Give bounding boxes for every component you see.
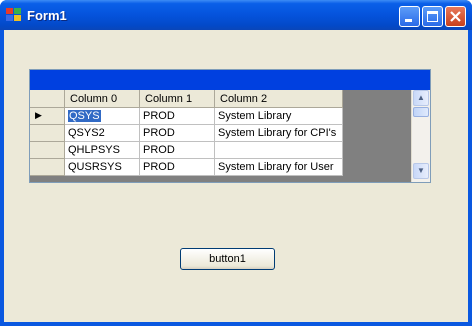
form-client-area: Column 0 Column 1 Column 2 ▶ QSYS PROD S… <box>4 30 468 322</box>
chevron-up-icon: ▲ <box>417 93 425 102</box>
column-header-0[interactable]: Column 0 <box>65 90 140 108</box>
table-cell[interactable]: System Library for CPI's <box>215 125 343 142</box>
table-cell[interactable] <box>215 142 343 159</box>
scroll-up-button[interactable]: ▲ <box>413 90 429 106</box>
table-cell[interactable]: PROD <box>140 125 215 142</box>
data-grid[interactable]: Column 0 Column 1 Column 2 ▶ QSYS PROD S… <box>29 69 431 183</box>
table-cell[interactable]: QSYS2 <box>65 125 140 142</box>
table-cell[interactable]: QUSRSYS <box>65 159 140 176</box>
minimize-icon <box>405 19 412 22</box>
maximize-icon <box>427 11 438 22</box>
row-header[interactable] <box>30 125 65 142</box>
cell-text-selected: QSYS <box>68 110 101 122</box>
form1-window: Form1 Column 0 Column 1 Column 2 ▶ QSYS … <box>0 0 472 326</box>
column-header-1[interactable]: Column 1 <box>140 90 215 108</box>
minimize-button[interactable] <box>399 6 420 27</box>
button1[interactable]: button1 <box>180 248 275 270</box>
table-cell[interactable]: PROD <box>140 159 215 176</box>
table-cell[interactable]: PROD <box>140 108 215 125</box>
scroll-thumb[interactable] <box>413 107 429 117</box>
close-button[interactable] <box>445 6 466 27</box>
window-title: Form1 <box>27 8 67 23</box>
row-header[interactable] <box>30 142 65 159</box>
current-row-indicator-icon: ▶ <box>35 110 42 120</box>
row-header[interactable] <box>30 159 65 176</box>
close-icon <box>450 11 461 22</box>
scroll-down-button[interactable]: ▼ <box>413 163 429 179</box>
column-header-2[interactable]: Column 2 <box>215 90 343 108</box>
app-icon <box>6 8 21 22</box>
vertical-scrollbar[interactable]: ▲ ▼ <box>411 90 430 182</box>
chevron-down-icon: ▼ <box>417 166 425 175</box>
table-cell[interactable]: QSYS <box>65 108 140 125</box>
table-cell[interactable]: System Library for User <box>215 159 343 176</box>
table-cell[interactable]: QHLPSYS <box>65 142 140 159</box>
table-cell[interactable]: PROD <box>140 142 215 159</box>
grid-corner-header[interactable] <box>30 90 65 108</box>
title-bar[interactable]: Form1 <box>0 0 472 30</box>
row-header[interactable]: ▶ <box>30 108 65 125</box>
grid-caption-bar <box>30 70 430 90</box>
maximize-button[interactable] <box>422 6 443 27</box>
table-cell[interactable]: System Library <box>215 108 343 125</box>
